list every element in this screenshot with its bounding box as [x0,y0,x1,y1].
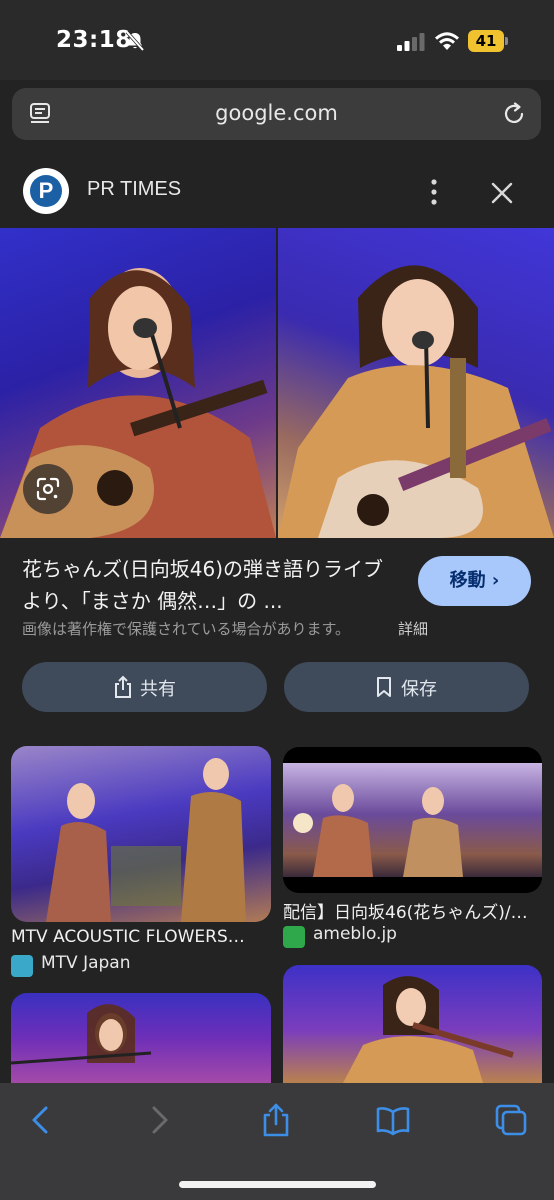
copyright-notice: 画像は著作権で保護されている場合があります。 [22,620,351,638]
share-label: 共有 [140,679,176,700]
save-label: 保存 [401,679,437,700]
related-source-1[interactable]: MTV Japan [11,953,211,977]
related-source-name-2: ameblo.jp [313,924,397,944]
tabs-icon[interactable] [494,1103,528,1137]
related-title-1[interactable]: MTV ACOUSTIC FLOWERS… [11,927,271,947]
url-text[interactable]: google.com [12,101,541,125]
image-viewer-header: P PR TIMES [0,152,554,228]
result-title[interactable]: 花ちゃんズ(日向坂46)の弾き語りライブより、「まさか 偶然…」の ... [22,553,392,617]
main-image[interactable] [0,228,554,538]
related-image-3[interactable] [11,993,271,1083]
related-image-4[interactable] [283,965,542,1083]
related-image-2[interactable] [283,747,542,893]
close-icon[interactable] [489,180,515,206]
related-title-2[interactable]: 配信】日向坂46(花ちゃんズ)/… [283,898,542,923]
status-time: 23:18 [56,27,132,53]
address-bar[interactable]: google.com [12,88,541,140]
source-logo: P [23,168,69,214]
battery-icon: 41 [468,30,508,52]
google-lens-icon [36,477,60,501]
performer-photo-right [278,228,554,538]
forward-icon[interactable] [142,1103,176,1137]
back-icon[interactable] [24,1103,58,1137]
home-indicator[interactable] [179,1181,376,1188]
related-image-1[interactable] [11,746,271,922]
share-sheet-icon[interactable] [259,1103,293,1137]
lens-search-button[interactable] [23,464,73,514]
share-icon [115,675,131,698]
details-link[interactable]: 詳細 [398,618,428,639]
silent-bell-icon [125,30,145,52]
status-bar: 23:18 41 [0,0,554,80]
share-button[interactable]: 共有 [22,662,267,712]
battery-level: 41 [468,30,504,52]
related-source-2[interactable]: ameblo.jp [283,924,483,948]
ameblo-favicon-icon [283,926,305,948]
wifi-icon [435,32,459,50]
reload-icon[interactable] [501,101,527,127]
visit-button[interactable]: 移動 › [418,556,531,606]
save-button[interactable]: 保存 [284,662,529,712]
source-name[interactable]: PR TIMES [87,178,181,201]
more-options-icon[interactable] [424,178,444,206]
related-source-name-1: MTV Japan [41,953,131,973]
logo-letter: P [30,175,62,207]
bookmark-icon [377,677,391,697]
mtv-favicon-icon [11,955,33,977]
bookmarks-icon[interactable] [376,1103,410,1137]
cell-signal-icon [397,33,425,51]
